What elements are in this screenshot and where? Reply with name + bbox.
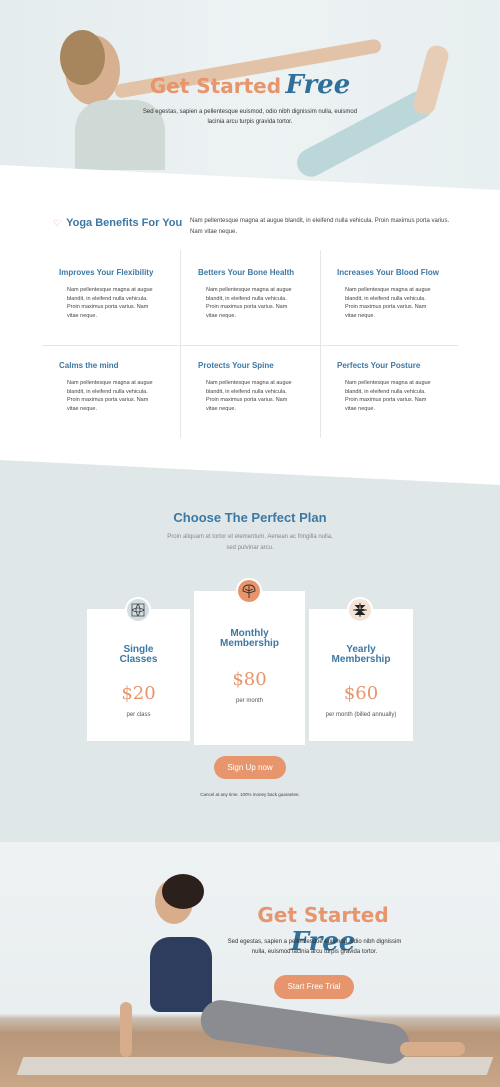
guarantee-text: Cancel at any time. 100% money back guar… xyxy=(200,792,300,797)
plan-period: per month xyxy=(235,698,263,704)
plan-name: Classes xyxy=(119,654,158,665)
plan-name: Membership xyxy=(220,638,279,649)
sign-up-button[interactable]: Sign Up now xyxy=(214,756,286,779)
benefit-title: Perfects Your Posture xyxy=(337,361,421,370)
plan-price: $80 xyxy=(232,669,267,690)
benefit-item: Perfects Your Posture Nam pellentesque ma… xyxy=(320,361,458,414)
lotus-star-icon xyxy=(347,597,373,623)
benefit-text: Nam pellentesque magna at augue blandit,… xyxy=(345,287,431,320)
benefit-text: Nam pellentesque magna at augue blandit,… xyxy=(67,287,153,320)
benefit-text: Nam pellentesque magna at augue blandit,… xyxy=(345,380,431,413)
hero-text: Sed egestas, sapien a pellentesque euism… xyxy=(142,109,358,125)
plan-period: per month (billed annually) xyxy=(325,712,397,718)
pricing-heading: Choose The Perfect Plan xyxy=(173,510,327,525)
pricing-subtext: Proin aliquam et tortor et elementum. Ae… xyxy=(167,534,333,551)
start-free-trial-button[interactable]: Start Free Trial xyxy=(274,975,354,999)
heart-icon: ♡ xyxy=(53,218,62,228)
leaf-icon xyxy=(236,578,262,604)
benefit-title: Calms the mind xyxy=(59,361,119,370)
yoga-woman-image xyxy=(55,30,383,175)
benefit-text: Nam pellentesque magna at augue blandit,… xyxy=(206,287,292,320)
benefit-text: Nam pellentesque magna at augue blandit,… xyxy=(67,380,153,413)
benefit-title: Protects Your Spine xyxy=(198,361,274,370)
plan-price: $20 xyxy=(121,683,156,704)
plan-card-monthly: Monthly Membership $80 per month xyxy=(194,591,305,745)
benefit-text: Nam pellentesque magna at augue blandit,… xyxy=(206,380,292,413)
plan-card-yearly: Yearly Membership $60 per month (billed … xyxy=(309,609,413,741)
hero-bottom-text: Sed egestas, sapien a pellentesque euism… xyxy=(227,939,402,955)
benefits-title: Yoga Benefits For You xyxy=(66,217,183,229)
benefit-item: Calms the mind Nam pellentesque magna at … xyxy=(42,361,180,414)
benefit-item: Betters Your Bone Health Nam pellentesque… xyxy=(181,268,319,321)
yoga-woman-cobra-image xyxy=(100,872,480,1072)
benefit-item: Increases Your Blood Flow Nam pellentesqu… xyxy=(320,268,458,321)
benefit-title: Increases Your Blood Flow xyxy=(337,268,439,277)
flower-tile-icon xyxy=(125,597,151,623)
grid-divider xyxy=(42,345,458,346)
hero-title-accent: Free xyxy=(285,70,351,100)
benefit-item: Protects Your Spine Nam pellentesque magn… xyxy=(181,361,319,414)
hero-title: Get Started xyxy=(257,903,389,927)
benefit-title: Betters Your Bone Health xyxy=(198,268,295,277)
plan-card-single: Single Classes $20 per class xyxy=(87,609,190,741)
plan-period: per class xyxy=(126,712,151,718)
plan-price: $60 xyxy=(343,683,379,704)
hero-top-heading: Get Started Free xyxy=(0,70,500,100)
plan-name: Membership xyxy=(331,654,391,665)
benefits-intro: Nam pellentesque magna at augue blandit,… xyxy=(190,218,450,235)
benefit-title: Improves Your Flexibility xyxy=(59,268,154,277)
benefits-heading: ♡ Yoga Benefits For You xyxy=(53,217,182,229)
hero-title: Get Started xyxy=(149,74,282,98)
benefit-item: Improves Your Flexibility Nam pellentesqu… xyxy=(42,268,180,321)
hero-bottom xyxy=(0,842,500,1087)
